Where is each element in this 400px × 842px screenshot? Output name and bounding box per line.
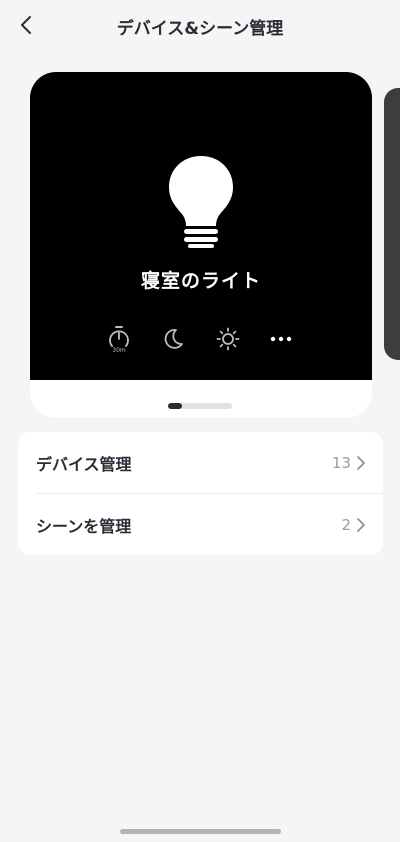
menu-item-count: 13 <box>331 453 351 472</box>
menu-item-count: 2 <box>341 515 351 534</box>
menu-item-label: デバイス管理 <box>36 454 132 474</box>
more-button[interactable] <box>266 324 296 354</box>
brightness-button[interactable] <box>213 324 243 354</box>
header: デバイス&シーン管理 <box>0 0 400 52</box>
page-indicator <box>168 403 232 409</box>
menu-item-label: シーンを管理 <box>36 516 132 536</box>
device-card[interactable]: 寝室のライト 30m <box>30 72 372 418</box>
home-indicator[interactable] <box>120 829 281 834</box>
quick-actions: 30m <box>30 324 372 354</box>
menu-item-scene-management[interactable]: シーンを管理 2 <box>18 494 383 555</box>
timer-button[interactable]: 30m <box>104 324 134 354</box>
device-name: 寝室のライト <box>140 270 261 292</box>
chevron-right-icon <box>357 455 365 470</box>
chevron-right-icon <box>357 517 365 532</box>
sun-icon <box>216 327 240 351</box>
menu-item-device-management[interactable]: デバイス管理 13 <box>18 432 383 493</box>
management-menu: デバイス管理 13 シーンを管理 2 <box>18 432 383 555</box>
device-card-area: 寝室のライト 30m <box>30 72 372 418</box>
timer-label: 30m <box>112 347 126 353</box>
page-indicator-active <box>168 403 182 409</box>
sleep-button[interactable] <box>158 324 188 354</box>
timer-icon: 30m <box>109 326 129 353</box>
page-title: デバイス&シーン管理 <box>116 19 284 39</box>
next-device-card[interactable] <box>384 88 400 360</box>
more-icon <box>270 336 292 342</box>
light-bulb-icon <box>169 156 233 248</box>
moon-icon <box>164 329 183 349</box>
device-card-panel: 寝室のライト 30m <box>30 72 372 380</box>
